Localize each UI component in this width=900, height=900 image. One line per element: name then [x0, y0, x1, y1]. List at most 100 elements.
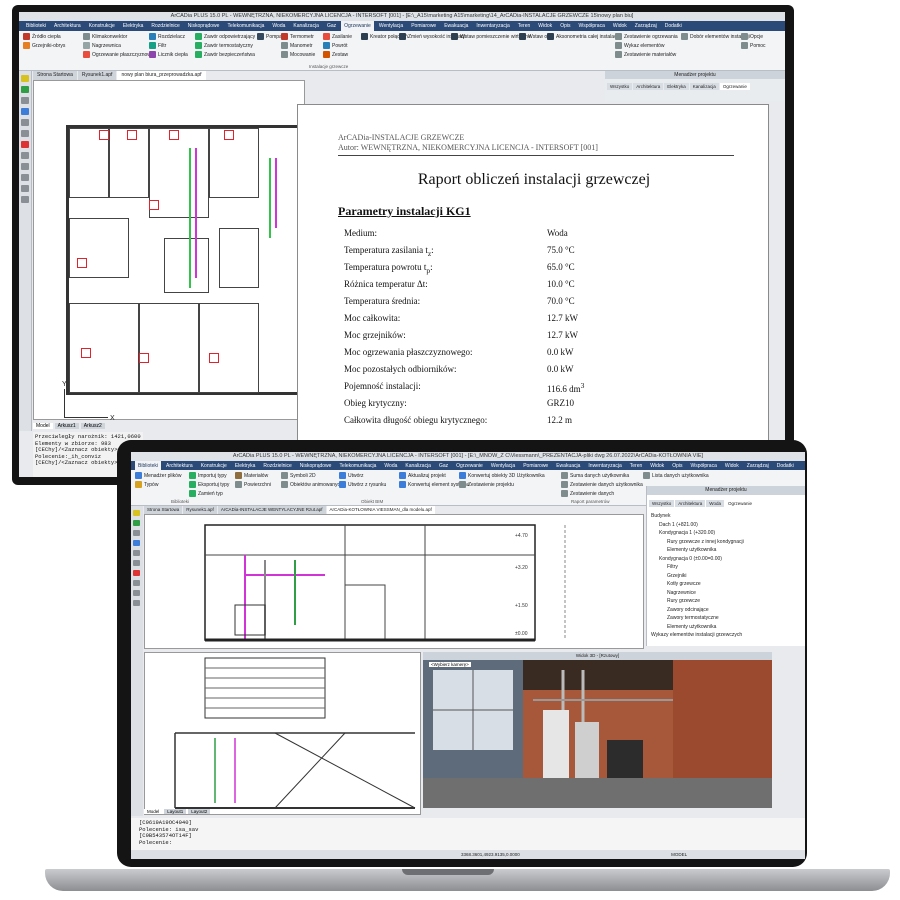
tool-icon[interactable] — [21, 152, 29, 159]
radiator-symbol[interactable] — [169, 130, 179, 140]
manifold-button[interactable]: Rozdzielacz — [149, 33, 188, 40]
tool-icon[interactable] — [133, 590, 140, 596]
radiator-symbol[interactable] — [209, 353, 219, 363]
manager-tab[interactable]: Wszystko — [649, 500, 675, 507]
ribbon-tab[interactable]: Widok — [610, 21, 630, 31]
heat-meter-button[interactable]: Licznik ciepła — [149, 51, 188, 58]
project-summary-button[interactable]: Zestawienie projektu — [459, 481, 545, 488]
doc-tab[interactable]: Rysunek1.apf — [183, 506, 217, 514]
tool-icon[interactable] — [133, 600, 140, 606]
layout-tab[interactable]: Arkusz1 — [54, 423, 79, 429]
tool-icon[interactable] — [21, 185, 29, 192]
safety-valve-button[interactable]: Zawór bezpieczeństwa — [195, 51, 255, 58]
ribbon-tab[interactable]: Telekomunikacja — [224, 21, 267, 31]
doc-tab[interactable]: Strona Startowa — [144, 506, 183, 514]
materials-summary-button[interactable]: Zestawienie materiałów — [615, 51, 678, 58]
layout-tab[interactable]: Layout2 — [188, 809, 211, 814]
tool-icon[interactable] — [133, 530, 140, 536]
radiator-symbol[interactable] — [224, 130, 234, 140]
tree-node[interactable]: Kondygnacja 1 (+320.00) — [651, 529, 744, 538]
layout-tab[interactable]: Arkusz2 — [80, 423, 105, 429]
tool-icon[interactable] — [21, 130, 29, 137]
ribbon-tab[interactable]: Inwentaryzacja — [473, 21, 512, 31]
ribbon-tab[interactable]: Dodatki — [662, 21, 685, 31]
manager-tab[interactable]: Kanalizacja — [689, 83, 719, 90]
tree-node[interactable]: Rury grzewcze z innej kondygnacji — [651, 538, 744, 547]
ribbon-tab[interactable]: Konstrukcje — [86, 21, 118, 31]
doc-tab-active[interactable]: ArCADia-KOTŁOWNIA VIESSMAN_dla modelu.ap… — [326, 506, 435, 514]
element-selection-button[interactable]: Dobór elementów instalacji — [681, 33, 750, 40]
axonometry-button[interactable]: Aksonometria całej instalacji — [547, 33, 619, 40]
convector-button[interactable]: Klimakonwektor — [83, 33, 154, 40]
ribbon-tab[interactable]: Opis — [557, 21, 573, 31]
manager-tab[interactable]: Elektryka — [664, 83, 689, 90]
camera-select[interactable]: <Wybierz kamerę> — [429, 662, 471, 667]
create-from-drawing-button[interactable]: Utwórz z rysunku — [339, 481, 386, 488]
mounting-button[interactable]: Mocowanie — [281, 51, 315, 58]
ribbon-tab[interactable]: Kanalizacja — [290, 21, 322, 31]
doc-tab[interactable]: Rysunek1.apf — [77, 71, 117, 80]
ribbon-tab[interactable]: Współpraca — [575, 21, 607, 31]
tool-icon[interactable] — [21, 119, 29, 126]
tool-icon[interactable] — [133, 520, 140, 526]
tree-node[interactable]: Kotły grzewcze — [651, 580, 744, 589]
radiator-symbol[interactable] — [149, 200, 159, 210]
tree-node[interactable]: Dach 1 (+821.00) — [651, 521, 744, 530]
filter-button[interactable]: Filtr — [149, 42, 188, 49]
air-valve-button[interactable]: Zawór odpowietrzający — [195, 33, 255, 40]
tree-node[interactable]: Nagrzewnice — [651, 589, 744, 598]
manager-tab[interactable]: Architektura — [633, 83, 664, 90]
ribbon-tab[interactable]: Gaz — [324, 21, 339, 31]
manager-tab[interactable]: Architektura — [675, 500, 706, 507]
surfaces-button[interactable]: Powierzchni — [235, 481, 271, 488]
ribbon-tab[interactable]: Zarządzaj — [632, 21, 660, 31]
view-3d[interactable]: <Wybierz kamerę> — [423, 660, 772, 808]
model-indicator[interactable]: MODEL — [671, 852, 687, 857]
ribbon-tab[interactable]: Architektura — [51, 21, 84, 31]
tool-icon[interactable] — [133, 550, 140, 556]
ribbon-tab[interactable]: Biblioteki — [23, 21, 49, 31]
ribbon-tab[interactable]: Niskoprądowe — [185, 21, 223, 31]
section-drawing[interactable] — [144, 652, 421, 815]
tool-icon[interactable] — [133, 570, 140, 576]
user-data-summary-button[interactable]: Zestawienie danych użytkownika — [561, 481, 643, 488]
ribbon-tab[interactable]: Elektryka — [120, 21, 147, 31]
tool-icon[interactable] — [133, 580, 140, 586]
ribbon-tab[interactable]: Ewakuacja — [441, 21, 471, 31]
thermostatic-valve-button[interactable]: Zawór termostatyczny — [195, 42, 255, 49]
element-list-button[interactable]: Wykaz elementów — [615, 42, 678, 49]
animated-objects-button[interactable]: Obiektów animowanych — [281, 481, 343, 488]
tool-icon[interactable] — [133, 540, 140, 546]
ribbon-tab[interactable]: Rozdzielnice — [148, 21, 182, 31]
tool-icon[interactable] — [21, 108, 29, 115]
tree-node[interactable]: Grzejniki — [651, 572, 744, 581]
floor-heating-button[interactable]: Ogrzewanie płaszczyznowe — [83, 51, 154, 58]
tool-icon[interactable] — [21, 174, 29, 181]
supply-button[interactable]: Zasilanie — [323, 33, 352, 40]
tree-node[interactable]: Elementy użytkownika — [651, 623, 744, 632]
return-button[interactable]: Powrót — [323, 42, 352, 49]
symbols-2d-button[interactable]: Symboli 2D — [281, 472, 343, 479]
ribbon-tab[interactable]: Pomiarowe — [408, 21, 439, 31]
tool-icon[interactable] — [133, 510, 140, 516]
doc-tab[interactable]: ArCADia-INSTALACJE WENTYLACYJNE Rzut.apf — [217, 506, 326, 514]
tool-icon[interactable] — [21, 75, 29, 82]
manager-tab[interactable]: Woda — [706, 500, 724, 507]
doc-tab[interactable]: Strona Startowa — [33, 71, 77, 80]
manager-tab-active[interactable]: Ogrzewanie — [724, 500, 755, 507]
export-types-button[interactable]: Eksportuj typy — [189, 481, 229, 488]
command-line[interactable]: [C9619A19OC4040] Polecenie: isa_sav [C9B… — [131, 818, 805, 850]
tool-icon[interactable] — [133, 560, 140, 566]
tree-node[interactable]: Filtry — [651, 563, 744, 572]
ribbon-tab-active[interactable]: Ogrzewanie — [341, 21, 374, 31]
options-button[interactable]: Opcje — [741, 33, 766, 40]
data-summary-button[interactable]: Zestawienie danych — [561, 490, 643, 497]
heater-button[interactable]: Nagrzewnica — [83, 42, 154, 49]
layout-tab[interactable]: Model — [33, 423, 53, 429]
ribbon-tab[interactable]: Widok — [535, 21, 555, 31]
tree-node[interactable]: Zawory termostatyczne — [651, 614, 744, 623]
thermometer-button[interactable]: Termometr — [281, 33, 315, 40]
file-manager-button[interactable]: Menadżer plików — [135, 472, 182, 479]
replace-type-button[interactable]: Zamień typ — [189, 490, 229, 497]
floor-plan-canvas[interactable]: Y X — [33, 80, 316, 422]
